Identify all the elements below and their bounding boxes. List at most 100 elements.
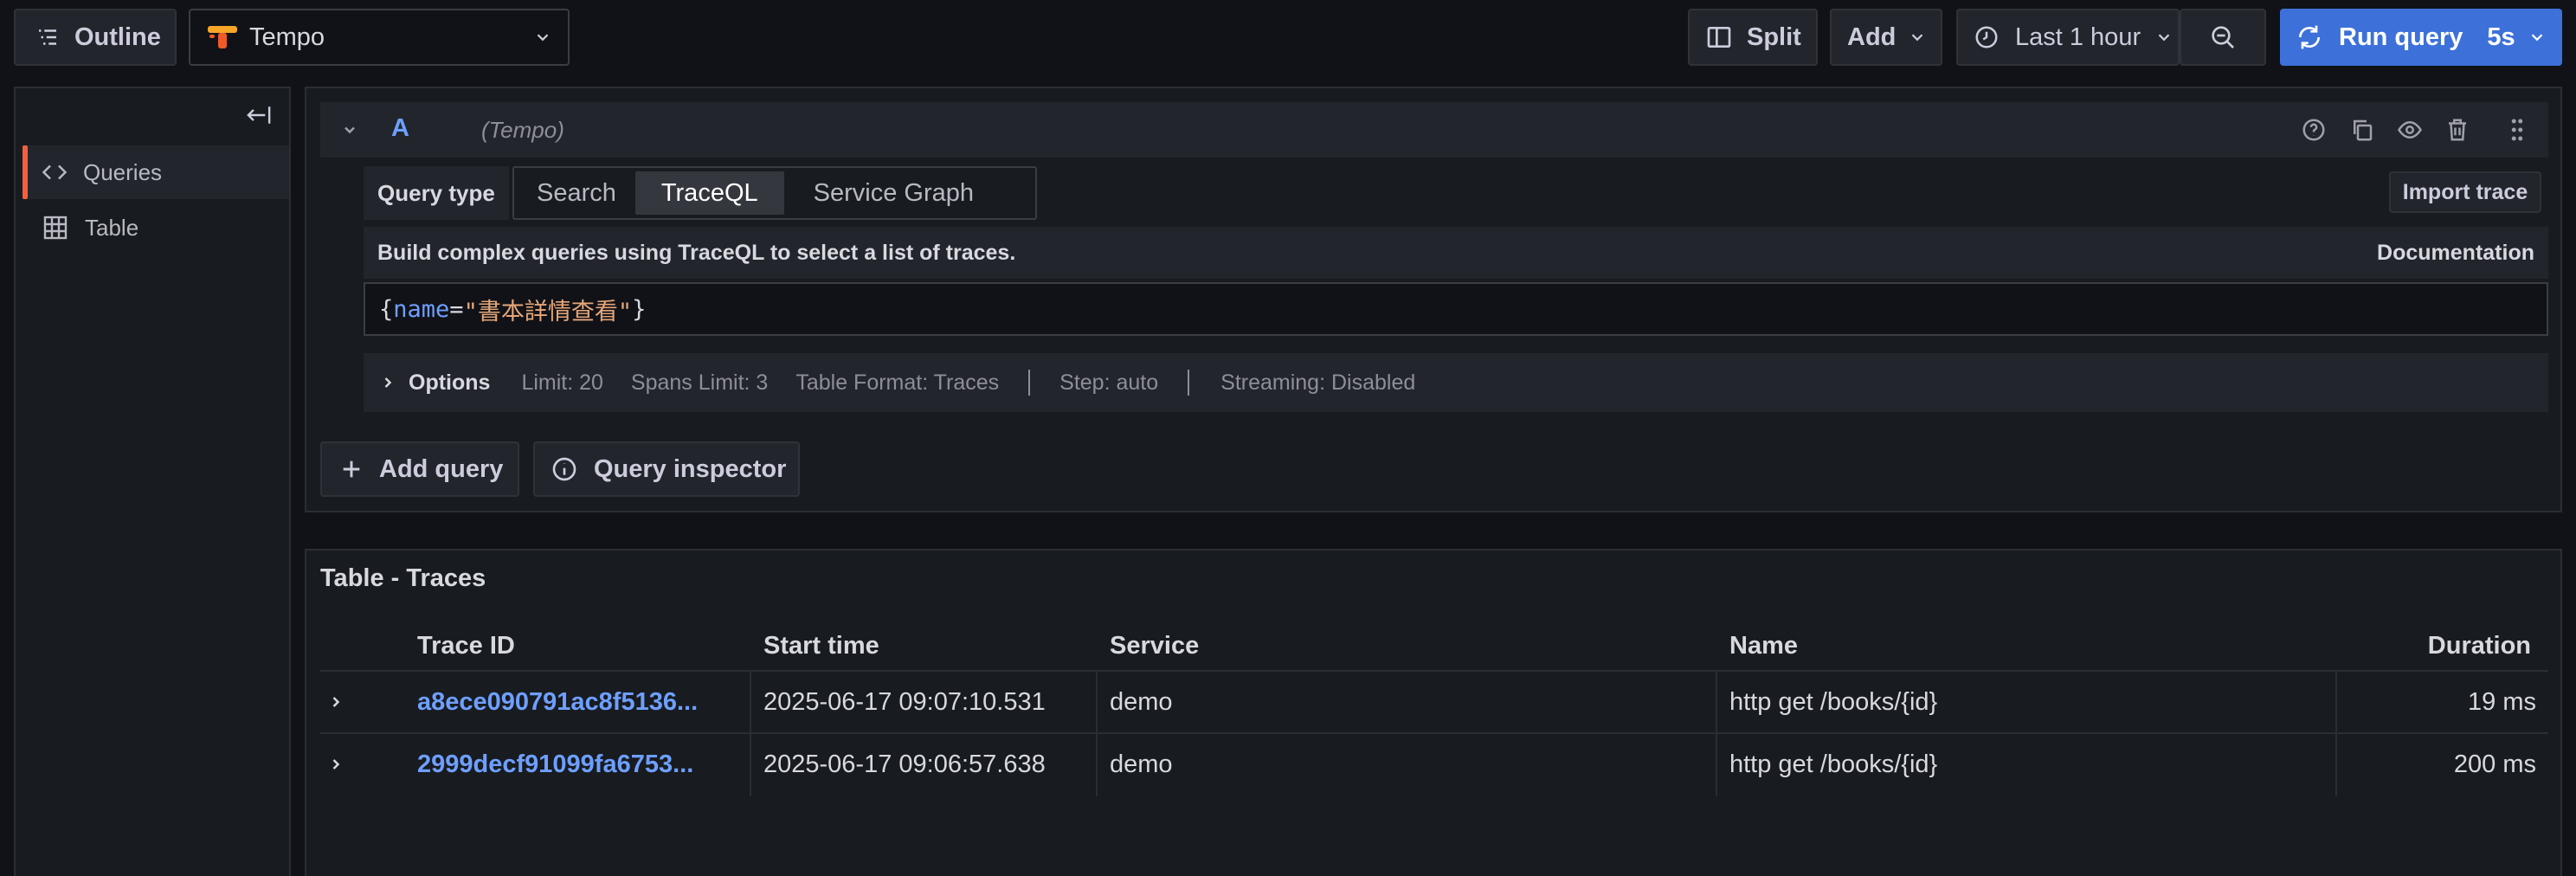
zoom-out-icon [2212,26,2234,48]
query-editor-panel: A (Tempo) Query type Search TraceQL Serv… [305,87,2562,512]
duration-cell: 19 ms [2468,687,2536,716]
column-divider [2335,734,2337,796]
chevron-right-icon [384,377,392,388]
trace-id-link[interactable]: a8ece090791ac8f5136... [417,672,698,732]
query-type-radio-group: Search TraceQL Service Graph [512,166,1037,220]
column-divider [2335,672,2337,734]
chevron-down-icon [537,34,549,42]
expand-row-icon[interactable] [327,693,345,711]
trace-id-link[interactable]: 2999decf91099fa6753... [417,734,693,795]
split-icon [1707,27,1731,48]
query-inspector-button[interactable]: Query inspector [533,441,800,497]
run-query-button[interactable]: Run query 5s [2280,9,2562,66]
traceql-help-text: Build complex queries using TraceQL to s… [377,241,1016,265]
drag-handle-icon[interactable] [2507,117,2528,143]
code-icon [42,164,68,180]
query-type-label: Query type [364,166,509,220]
tempo-logo-icon [208,26,237,48]
column-divider [1716,672,1717,734]
column-divider [750,734,751,796]
traceql-help-bar: Build complex queries using TraceQL to s… [364,227,2548,279]
expand-row-icon[interactable] [327,756,345,773]
start-time-cell: 2025-06-17 09:07:10.531 [763,687,1046,716]
column-header-trace-id[interactable]: Trace ID [417,620,515,672]
collapse-sidebar-icon[interactable] [244,102,274,128]
results-table-panel: Table - Traces Trace ID Start time Servi… [305,549,2562,876]
query-datasource-hint: (Tempo) [481,117,564,143]
service-cell: demo [1110,750,1173,778]
name-cell: http get /books/{id} [1729,687,1938,716]
options-limit: Limit: 20 [521,370,603,395]
clock-icon [1975,26,1998,48]
sidebar-item-queries[interactable]: Queries [23,145,289,199]
split-label: Split [1747,23,1801,51]
table-row[interactable]: 2999decf91099fa6753... 2025-06-17 09:06:… [320,732,2548,796]
editor-close-brace: } [632,295,647,323]
add-query-label: Add query [379,454,504,483]
add-label: Add [1847,23,1897,51]
options-divider [1028,370,1031,396]
editor-operator: = [449,295,464,323]
sidebar-item-table[interactable]: Table [23,201,289,254]
query-type-search[interactable]: Search [518,171,635,215]
refresh-interval: 5s [2487,23,2515,51]
datasource-name: Tempo [249,23,325,51]
name-cell: http get /books/{id} [1729,750,1938,778]
duration-cell: 200 ms [2453,750,2536,778]
import-trace-button[interactable]: Import trace [2389,171,2541,213]
results-title: Table - Traces [320,564,486,592]
table-header-row: Trace ID Start time Service Name Duratio… [320,620,2548,672]
query-row-header: A (Tempo) [320,102,2548,158]
chevron-down-icon [1912,34,1923,42]
add-button[interactable]: Add [1830,9,1942,66]
options-spans-limit: Spans Limit: 3 [630,370,769,395]
eye-icon[interactable] [2396,117,2424,143]
add-query-button[interactable]: Add query [320,441,519,497]
column-header-name[interactable]: Name [1729,620,1798,672]
documentation-link[interactable]: Documentation [2377,241,2534,266]
start-time-cell: 2025-06-17 09:06:57.638 [763,750,1046,778]
trash-icon[interactable] [2444,117,2470,143]
datasource-picker[interactable]: Tempo [189,9,570,66]
query-type-traceql[interactable]: TraceQL [634,171,784,215]
refresh-icon [2299,25,2320,49]
duplicate-query-icon[interactable] [2349,117,2375,143]
options-label: Options [409,370,491,395]
editor-open-brace: { [379,295,394,323]
collapse-query-icon[interactable] [341,121,358,138]
options-divider [1188,370,1190,396]
column-divider [750,672,751,734]
traceql-editor[interactable]: { name = "書本詳情查看" } [364,282,2548,336]
column-header-service[interactable]: Service [1110,620,1199,672]
options-table-format: Table Format: Traces [795,370,1000,395]
chevron-down-icon [2531,34,2542,42]
help-icon[interactable] [2301,117,2327,143]
plus-icon [343,461,360,478]
query-ref-id[interactable]: A [391,114,409,143]
outline-label: Outline [74,23,161,51]
options-step: Step: auto [1059,370,1159,395]
time-range-picker[interactable]: Last 1 hour [1956,9,2180,66]
outline-button[interactable]: Outline [14,9,177,66]
table-row[interactable]: a8ece090791ac8f5136... 2025-06-17 09:07:… [320,670,2548,734]
options-streaming: Streaming: Disabled [1220,370,1416,395]
column-divider [1096,672,1098,734]
column-divider [1096,734,1098,796]
options-row[interactable]: Options Limit: 20 Spans Limit: 3 Table F… [364,353,2548,412]
outline-list-icon [39,29,56,45]
editor-value: "書本詳情查看" [463,298,633,325]
column-header-start-time[interactable]: Start time [763,620,879,672]
column-header-duration[interactable]: Duration [2428,620,2531,672]
column-divider [1716,734,1717,796]
editor-key: name [393,295,450,323]
time-range-label: Last 1 hour [2015,23,2141,51]
service-cell: demo [1110,687,1173,716]
active-marker [23,145,28,199]
table-icon [43,216,68,240]
sidebar-item-label: Queries [83,158,163,185]
sidebar-item-label: Table [85,214,139,241]
query-type-service-graph[interactable]: Service Graph [784,171,1003,215]
zoom-out-button[interactable] [2180,9,2266,66]
content-outline-sidebar: Queries Table [14,87,291,876]
split-button[interactable]: Split [1688,9,1818,66]
